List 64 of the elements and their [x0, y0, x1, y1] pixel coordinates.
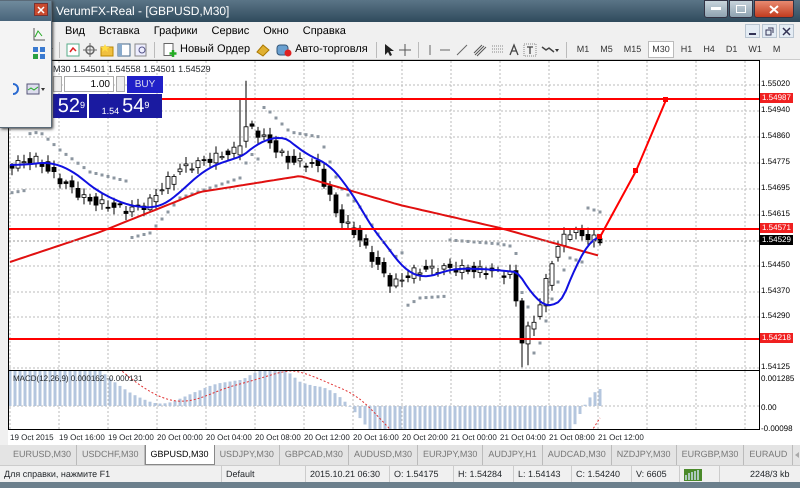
- buy-price-button[interactable]: 1.54 54$^{9}$: [89, 94, 162, 118]
- timeframe-button[interactable]: M30: [648, 40, 674, 58]
- time-label: 20 Oct 04:00: [206, 432, 253, 444]
- time-label: 21 Oct 04:00: [500, 432, 547, 444]
- time-label: 20 Oct 12:00: [304, 432, 351, 444]
- price-label: 1.54370: [761, 286, 790, 296]
- menu-item[interactable]: Вставка: [92, 22, 147, 40]
- price-label: 1.54775: [761, 157, 790, 167]
- traffic-field: 2248/3 kb: [720, 466, 794, 482]
- menu-item[interactable]: Вид: [58, 22, 92, 40]
- timeframe-button[interactable]: W1: [744, 40, 766, 58]
- indicator-scale-label: 0.001285: [761, 374, 794, 384]
- price-label: 1.54450: [761, 260, 790, 270]
- indicator-scale-label: -0.00098: [761, 424, 793, 434]
- price-marker: 1.54218: [760, 333, 793, 343]
- indicator-label: MACD(12,26,9) 0.000162 -0.000131: [13, 373, 142, 385]
- status-field: O: 1.54175: [390, 466, 454, 482]
- price-label: 1.54290: [761, 311, 790, 321]
- price-marker: 1.54571: [760, 223, 793, 233]
- timeframe-button[interactable]: H4: [699, 40, 719, 58]
- timeframe-button[interactable]: M15: [620, 40, 646, 58]
- price-label: 1.55020: [761, 79, 790, 89]
- timeframe-button[interactable]: M: [768, 40, 784, 58]
- price-label: 1.54860: [761, 131, 790, 141]
- chart-info-text: M30 1.54501 1.54558 1.54501 1.54529: [53, 63, 211, 76]
- timeframe-button[interactable]: M5: [596, 40, 617, 58]
- indicator-scale-label: 0.00: [761, 403, 777, 413]
- status-field: V: 6605: [632, 466, 680, 482]
- time-label: 20 Oct 00:00: [157, 432, 204, 444]
- time-label: 20 Oct 08:00: [255, 432, 302, 444]
- time-label: 21 Oct 12:00: [598, 432, 645, 444]
- time-label: 20 Oct 16:00: [353, 432, 400, 444]
- window-title: VerumFX-Real - [GBPUSD,M30]: [56, 3, 230, 20]
- new-order-button[interactable]: Новый Ордер: [161, 41, 252, 58]
- status-field: L: 1.54143: [514, 466, 572, 482]
- timeframe-button[interactable]: D1: [722, 40, 742, 58]
- menu-item[interactable]: Окно: [256, 22, 296, 40]
- time-label: 19 Oct 16:00: [59, 432, 106, 444]
- price-label: 1.54125: [761, 362, 790, 372]
- price-label: 1.54695: [761, 183, 790, 193]
- chart-tab[interactable]: GBPUSD,M30: [144, 445, 215, 465]
- sell-price[interactable]: 52$^{9}$: [53, 94, 87, 118]
- menu-item[interactable]: Справка: [296, 22, 353, 40]
- price-marker: 1.54987: [760, 93, 793, 103]
- price-label: 1.54940: [761, 105, 790, 115]
- lot-field[interactable]: 1.00: [64, 76, 114, 92]
- status-field: 2015.10.21 06:30: [306, 466, 390, 482]
- time-label: 19 Oct 20:00: [108, 432, 155, 444]
- status-field: Default: [222, 466, 306, 482]
- auto-trading-button[interactable]: Авто-торговля: [274, 41, 370, 58]
- time-label: 21 Oct 08:00: [549, 432, 596, 444]
- status-field: H: 1.54284: [454, 466, 514, 482]
- menu-item[interactable]: Графики: [146, 22, 205, 40]
- time-label: 20 Oct 20:00: [402, 432, 449, 444]
- time-label: 21 Oct 00:00: [451, 432, 498, 444]
- menu-item[interactable]: Сервис: [204, 22, 256, 40]
- status-field: Для справки, нажмите F1: [0, 466, 222, 482]
- time-label: 19 Oct 2015: [10, 432, 55, 444]
- price-label: 1.54615: [761, 209, 790, 219]
- price-marker: 1.54529: [760, 235, 793, 245]
- timeframe-button[interactable]: M1: [572, 40, 594, 58]
- buy-button[interactable]: BUY: [127, 76, 163, 93]
- status-field: C: 1.54240: [572, 466, 632, 482]
- timeframe-button[interactable]: H1: [676, 40, 696, 58]
